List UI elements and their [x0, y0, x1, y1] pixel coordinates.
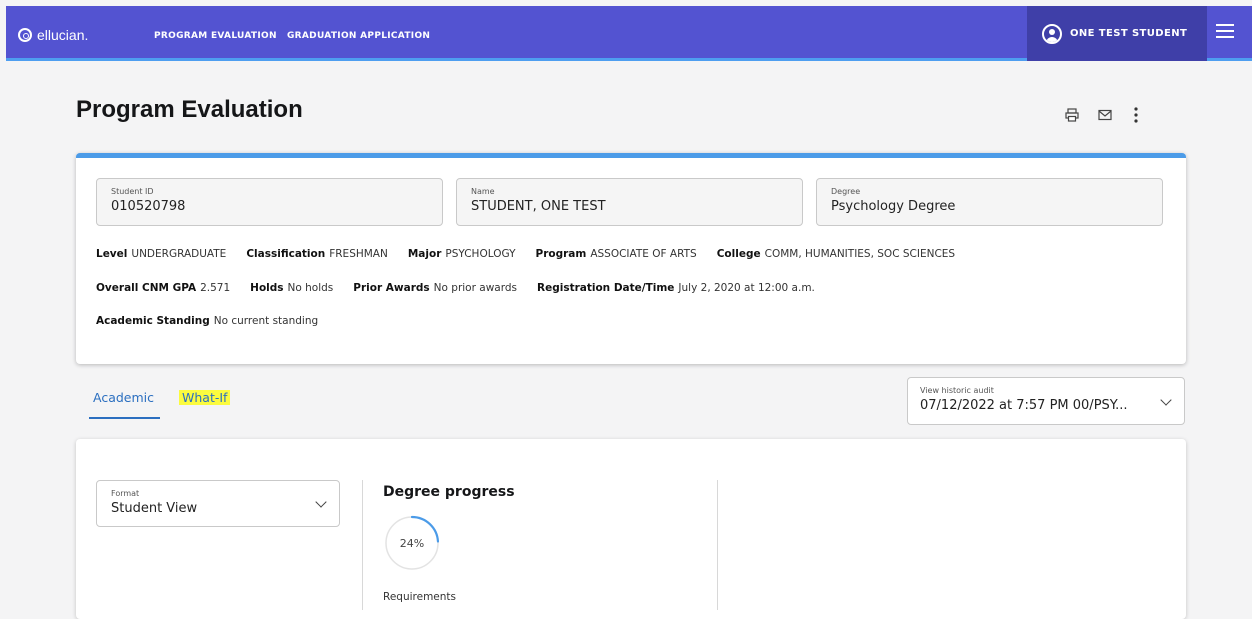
major-info: Major PSYCHOLOGY [407, 248, 516, 260]
classification-info: Classification FRESHMAN [246, 248, 388, 260]
degree-value: Psychology Degree [831, 199, 956, 214]
page-title: Program Evaluation [76, 96, 303, 123]
tab-what-if[interactable]: What-If [179, 390, 231, 405]
degree-progress-percent: 24% [399, 536, 425, 550]
requirements-label: Requirements [383, 591, 456, 603]
student-info-row-3: Academic Standing No current standing [96, 315, 318, 327]
column-divider [362, 480, 363, 610]
ellucian-logo[interactable]: ellucian. [18, 27, 88, 43]
name-value: STUDENT, ONE TEST [471, 199, 606, 214]
level-info: Level UNDERGRADUATE [96, 248, 227, 260]
format-label: Format [111, 489, 140, 498]
active-tab-indicator [89, 417, 160, 419]
nav-program-evaluation[interactable]: PROGRAM EVALUATION [154, 31, 277, 41]
gpa-info: Overall CNM GPA 2.571 [96, 282, 231, 294]
program-info: Program ASSOCIATE OF ARTS [535, 248, 697, 260]
registration-date-info: Registration Date/Time July 2, 2020 at 12… [537, 282, 815, 294]
student-id-value: 010520798 [111, 199, 186, 214]
top-navigation-bar: ellucian. PROGRAM EVALUATION GRADUATION … [6, 6, 1252, 61]
student-id-label: Student ID [111, 187, 154, 196]
historic-audit-select[interactable]: View historic audit 07/12/2022 at 7:57 P… [907, 377, 1185, 425]
student-id-field: Student ID 010520798 [96, 178, 443, 226]
degree-progress-title: Degree progress [383, 484, 515, 500]
column-divider [717, 480, 718, 610]
printer-icon[interactable] [1063, 106, 1081, 124]
historic-audit-label: View historic audit [920, 386, 994, 395]
user-avatar-icon [1042, 23, 1062, 44]
logo-text: ellucian. [37, 27, 89, 43]
degree-label: Degree [831, 187, 861, 196]
academic-standing-info: Academic Standing No current standing [96, 315, 319, 327]
prior-awards-info: Prior Awards No prior awards [353, 282, 517, 294]
format-select[interactable]: Format Student View [96, 480, 340, 527]
nav-graduation-application[interactable]: GRADUATION APPLICATION [287, 31, 430, 41]
format-value: Student View [111, 501, 198, 516]
student-info-row-1: Level UNDERGRADUATE Classification FRESHMA… [96, 248, 955, 260]
student-info-card: Student ID 010520798 Name STUDENT, ONE T… [76, 153, 1186, 364]
more-vertical-icon[interactable] [1127, 106, 1145, 124]
user-menu-button[interactable]: ONE TEST STUDENT [1027, 6, 1207, 61]
evaluation-card: Format Student View Degree progress 24% … [76, 439, 1186, 619]
tab-academic[interactable]: Academic [93, 390, 154, 405]
name-label: Name [471, 187, 495, 196]
name-field: Name STUDENT, ONE TEST [456, 178, 803, 226]
mail-icon[interactable] [1096, 106, 1114, 124]
historic-audit-value: 07/12/2022 at 7:57 PM 00/PSY... [920, 398, 1128, 413]
student-info-row-2: Overall CNM GPA 2.571 Holds No holds Prior… [96, 282, 815, 294]
degree-field: Degree Psychology Degree [816, 178, 1163, 226]
user-name: ONE TEST STUDENT [1070, 28, 1188, 39]
college-info: College COMM, HUMANITIES, SOC SCIENCES [716, 248, 956, 260]
ellucian-logo-icon [18, 28, 32, 42]
hamburger-menu-icon[interactable] [1216, 24, 1234, 38]
holds-info: Holds No holds [250, 282, 334, 294]
